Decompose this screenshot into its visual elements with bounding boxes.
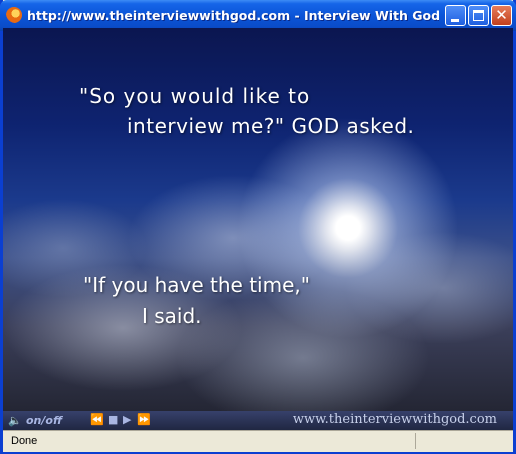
stop-icon[interactable]: ■ — [108, 413, 118, 426]
firefox-icon — [6, 7, 22, 23]
play-icon[interactable]: ▶ — [123, 413, 131, 426]
player-controls: 🔈 on/off ⏪ ■ ▶ ⏩ www.theinterviewwithgod… — [3, 411, 513, 430]
quote-1-line-1: "So you would like to — [79, 84, 311, 108]
status-bar: Done — [3, 430, 513, 452]
status-divider — [415, 433, 416, 449]
site-url-label: www.theinterviewwithgod.com — [292, 412, 497, 427]
browser-window: http://www.theinterviewwithgod.com - Int… — [0, 0, 516, 454]
quote-2-line-2: I said. — [142, 304, 202, 328]
speaker-icon[interactable]: 🔈 — [8, 414, 22, 427]
quote-2-line-1: "If you have the time," — [83, 273, 310, 297]
maximize-button[interactable] — [468, 5, 489, 26]
sound-toggle[interactable]: on/off — [26, 414, 62, 427]
rewind-icon[interactable]: ⏪ — [90, 413, 104, 426]
close-button[interactable]: ✕ — [491, 5, 512, 26]
maximize-icon — [473, 10, 484, 21]
close-icon: ✕ — [495, 6, 508, 24]
forward-icon[interactable]: ⏩ — [137, 413, 151, 426]
status-text: Done — [11, 435, 38, 447]
window-title: http://www.theinterviewwithgod.com - Int… — [27, 8, 439, 23]
title-bar[interactable]: http://www.theinterviewwithgod.com - Int… — [0, 0, 516, 31]
minimize-icon — [451, 19, 459, 22]
slideshow-content: "So you would like to interview me?" GOD… — [3, 28, 513, 411]
quote-1-line-2: interview me?" GOD asked. — [127, 114, 415, 138]
minimize-button[interactable] — [445, 5, 466, 26]
